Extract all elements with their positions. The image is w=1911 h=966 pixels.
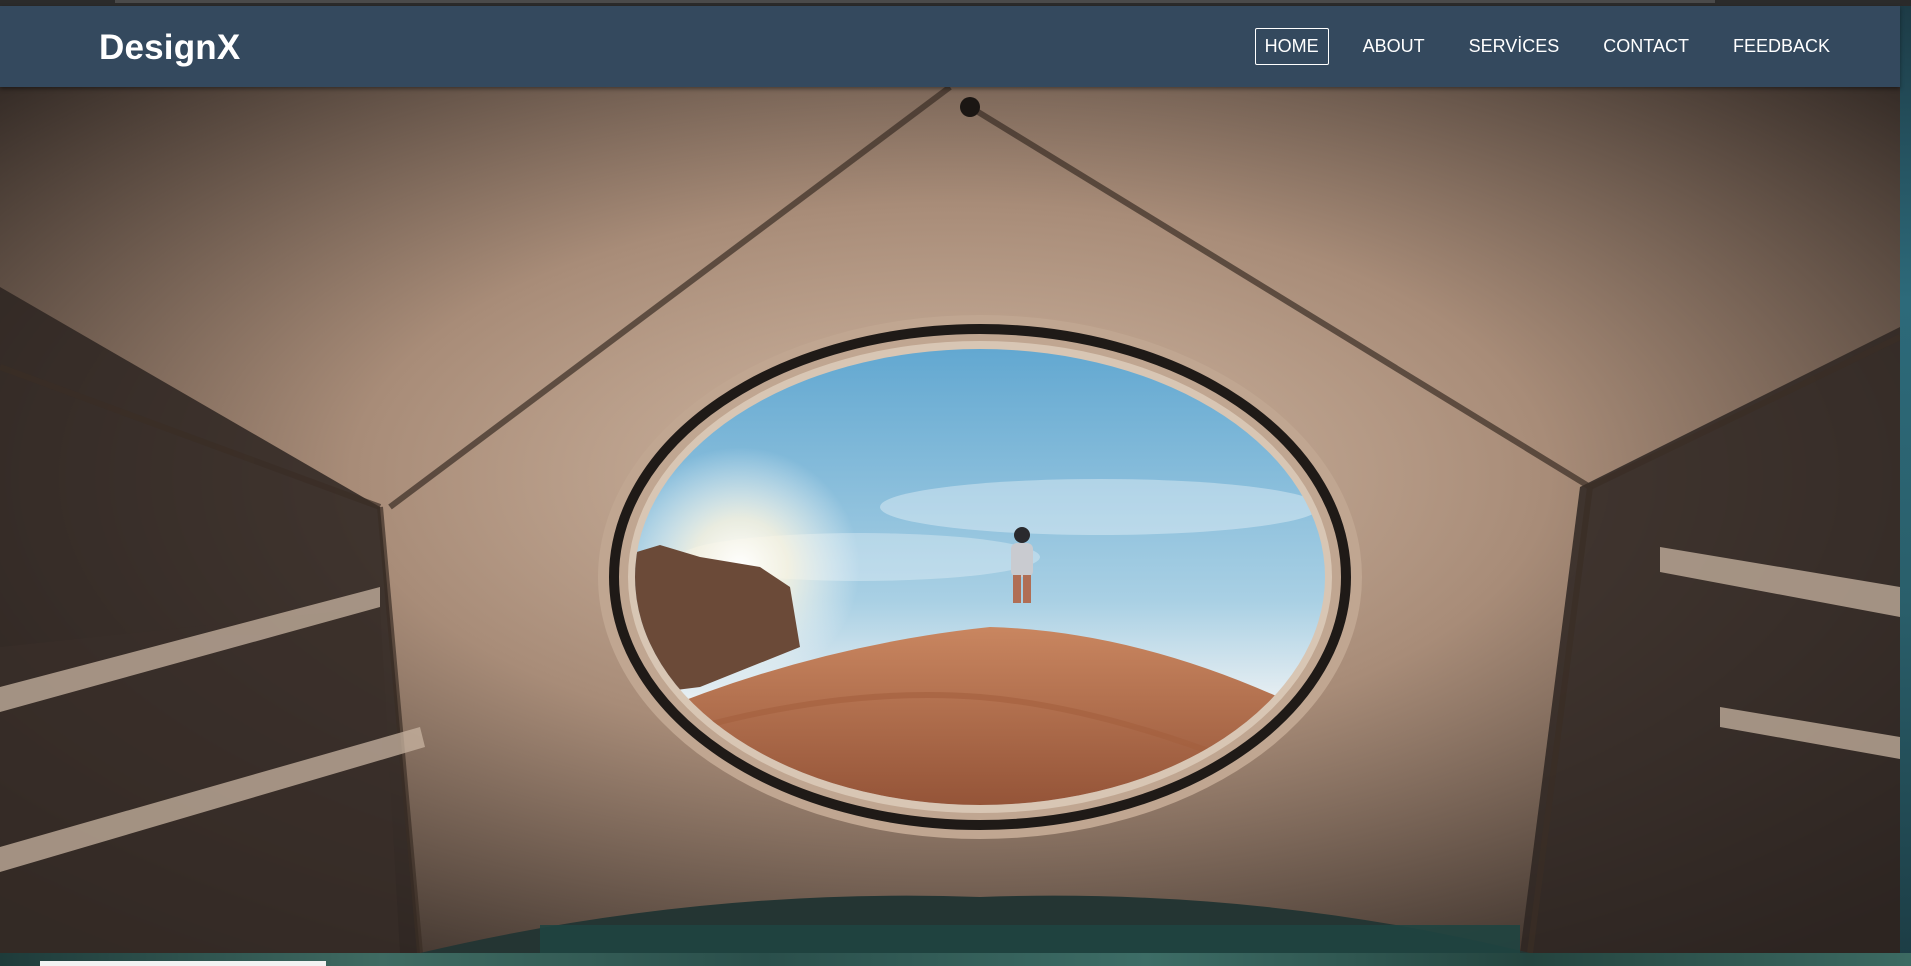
nav-item-feedback[interactable]: FEEDBACK [1723,28,1840,65]
nav-item-contact[interactable]: CONTACT [1593,28,1699,65]
brand-logo[interactable]: DesignX [99,28,240,68]
main-nav: HOME ABOUT SERVİCES CONTACT FEEDBACK [1254,6,1900,87]
background-image-edge [1900,0,1911,966]
page: DesignX HOME ABOUT SERVİCES CONTACT FEED… [0,0,1911,966]
nav-item-home[interactable]: HOME [1254,28,1329,65]
navbar: DesignX HOME ABOUT SERVİCES CONTACT FEED… [0,6,1900,87]
nav-item-about[interactable]: ABOUT [1353,28,1435,65]
hero-image [0,87,1900,953]
bottom-image-strip [0,953,1911,966]
nav-item-services[interactable]: SERVİCES [1459,28,1570,65]
tent-desert-illustration [0,87,1900,953]
